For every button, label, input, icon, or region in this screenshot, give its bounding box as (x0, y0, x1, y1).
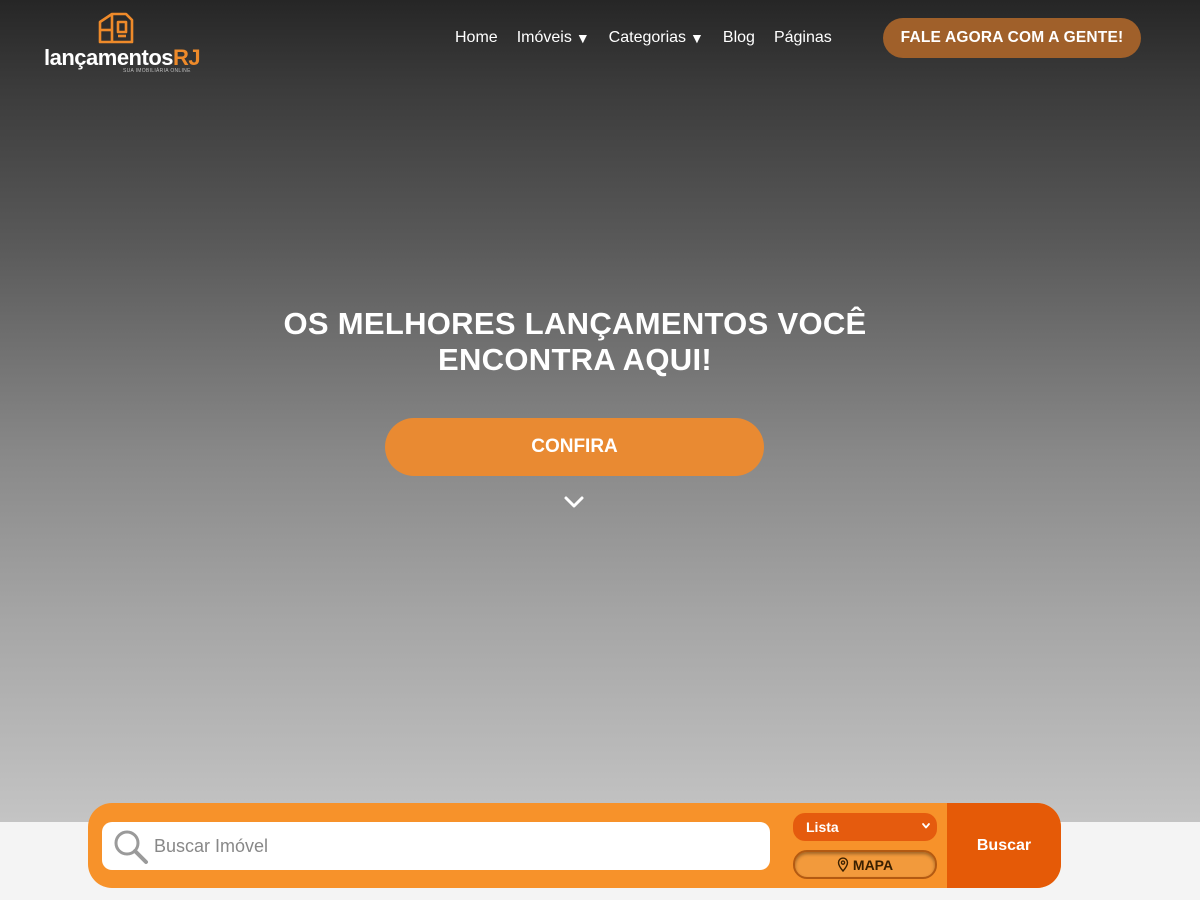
chevron-down-icon (922, 823, 930, 829)
nav-item-label: Categorias (608, 29, 687, 46)
nav-item-label: Páginas (773, 29, 832, 46)
main-nav: Home Imóveis ▼ Categorias ▼ Blog Páginas (455, 28, 851, 48)
site-logo[interactable]: lançamentosRJ SUA IMOBILIÁRIA ONLINE (44, 10, 204, 74)
confira-button[interactable]: CONFIRA (385, 418, 764, 476)
view-mode-selected: Lista (806, 819, 839, 835)
contact-cta-button[interactable]: FALE AGORA COM A GENTE! (883, 18, 1141, 58)
building-logo-icon (98, 12, 134, 44)
search-input[interactable] (154, 822, 754, 870)
nav-item-imoveis[interactable]: Imóveis ▼ (517, 29, 590, 47)
hero-headline-line1: OS MELHORES LANÇAMENTOS VOCÊ (283, 306, 867, 341)
nav-item-label: Home (455, 29, 498, 46)
hero-headline: OS MELHORES LANÇAMENTOS VOCÊ ENCONTRA AQ… (200, 306, 950, 378)
nav-item-paginas[interactable]: Páginas (774, 29, 832, 47)
logo-name-main: lançamentos (44, 45, 174, 70)
search-icon (114, 830, 148, 864)
nav-item-blog[interactable]: Blog (723, 29, 755, 47)
map-pin-icon (837, 857, 849, 872)
search-submit-button[interactable]: Buscar (947, 803, 1061, 888)
dropdown-caret-icon: ▼ (690, 30, 704, 46)
nav-item-categorias[interactable]: Categorias ▼ (609, 29, 704, 47)
nav-item-home[interactable]: Home (455, 29, 498, 47)
chevron-down-icon[interactable] (563, 494, 585, 510)
logo-tagline: SUA IMOBILIÁRIA ONLINE (123, 68, 191, 74)
view-mode-select[interactable]: Lista (793, 813, 937, 841)
map-view-label: MAPA (852, 856, 894, 873)
dropdown-caret-icon: ▼ (575, 30, 590, 46)
nav-item-label: Imóveis (516, 29, 572, 46)
nav-item-label: Blog (722, 29, 755, 46)
map-view-button[interactable]: MAPA (793, 850, 937, 879)
logo-name-accent: RJ (173, 45, 201, 70)
search-field[interactable] (102, 822, 770, 870)
hero-section (0, 0, 1200, 822)
property-search-bar: Lista MAPA Buscar (88, 803, 1061, 888)
hero-headline-line2: ENCONTRA AQUI! (438, 342, 712, 377)
